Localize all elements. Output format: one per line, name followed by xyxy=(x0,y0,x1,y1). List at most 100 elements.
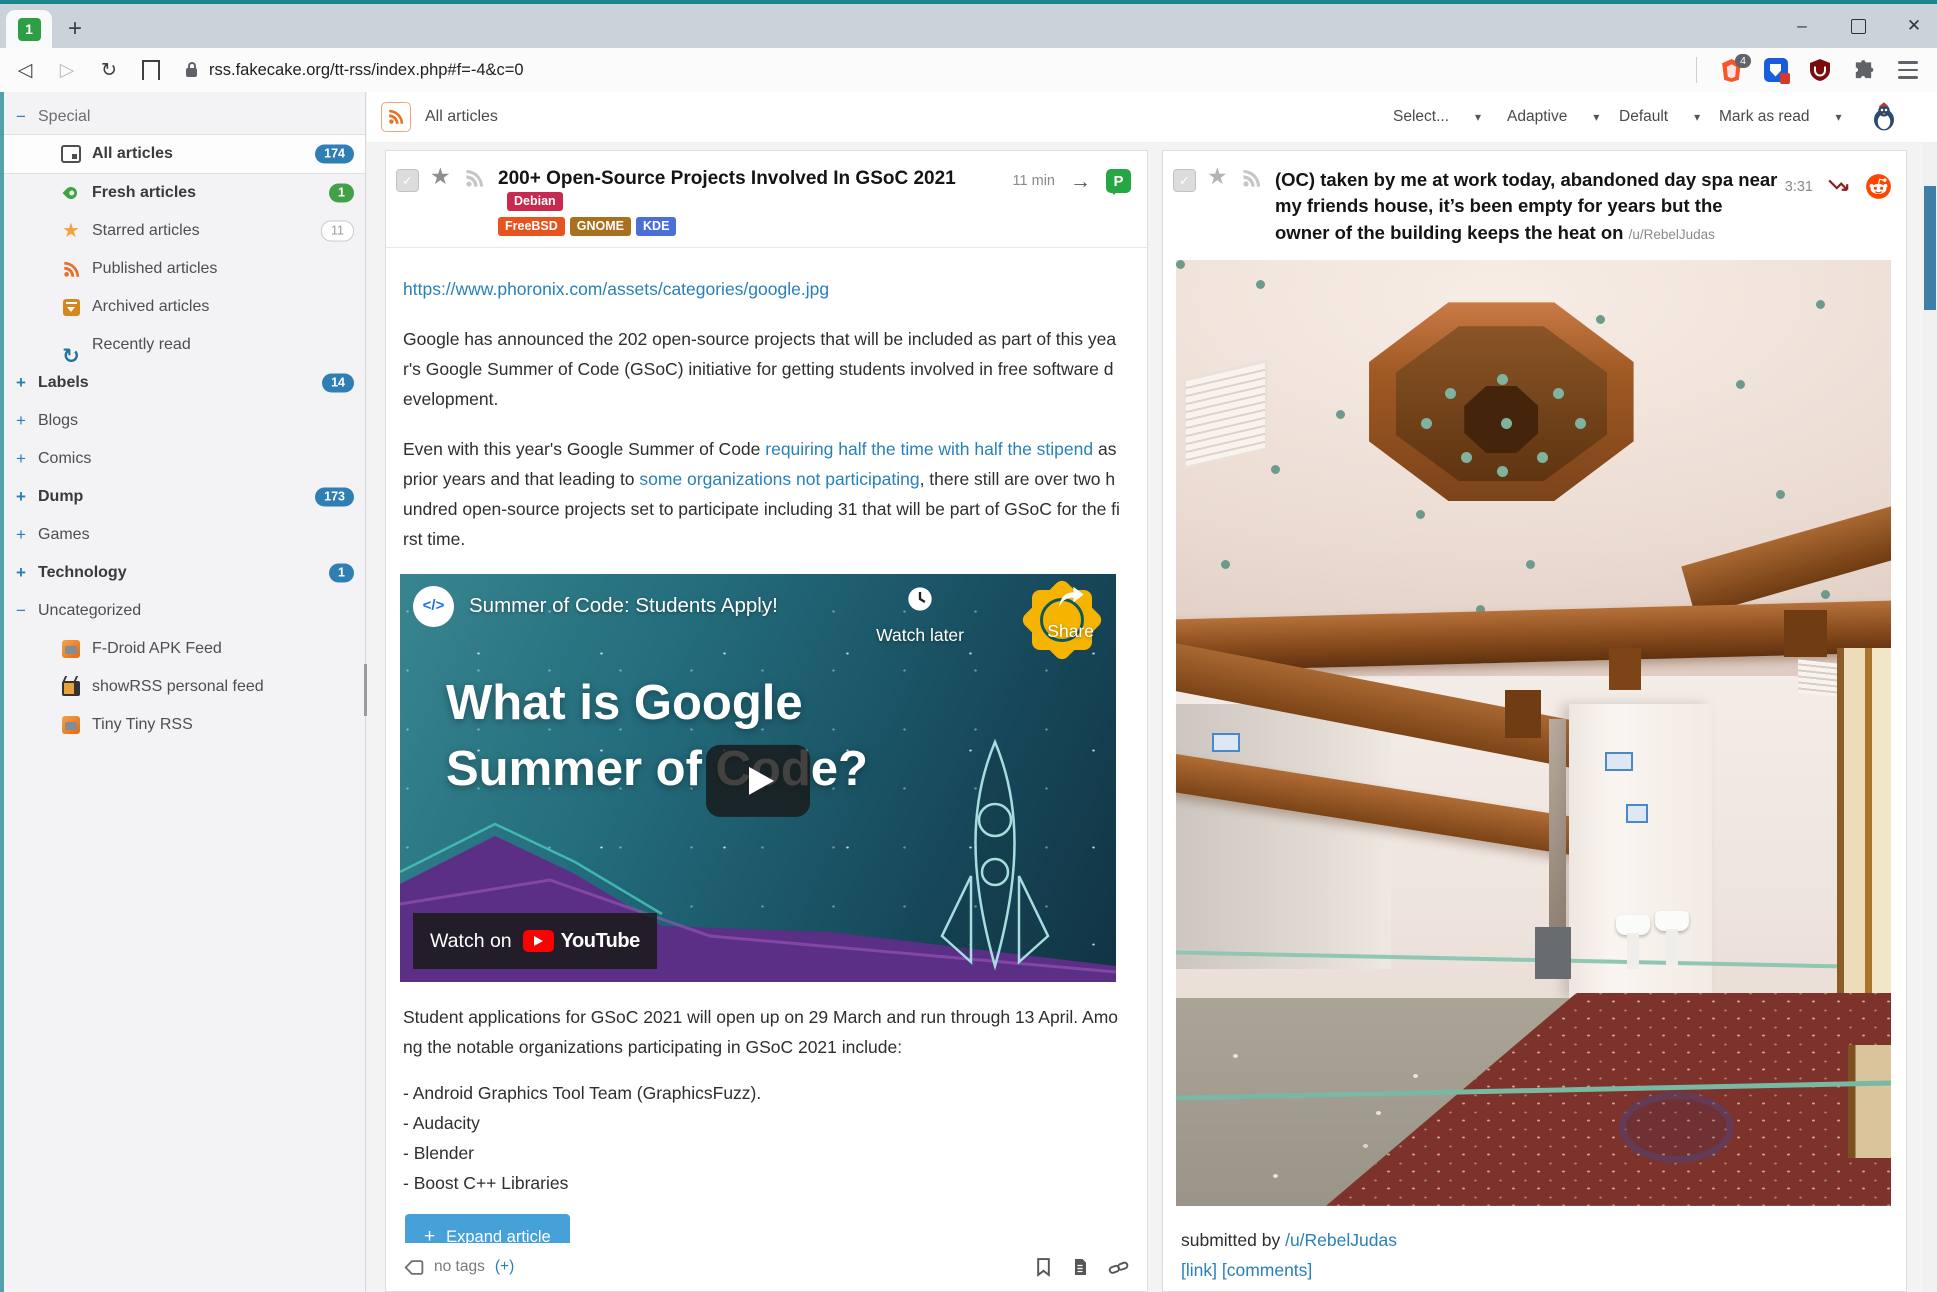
phoronix-site-icon[interactable]: P xyxy=(1106,169,1131,193)
open-original-icon[interactable] xyxy=(1827,178,1851,196)
view-mode-dropdown[interactable]: Adaptive ▾ xyxy=(1507,92,1599,142)
sidebar-category-technology[interactable]: + Technology 1 xyxy=(0,554,365,592)
expand-icon[interactable]: + xyxy=(13,525,29,545)
sidebar-item-starred-articles[interactable]: ★ Starred articles 11 xyxy=(0,212,365,250)
brave-badge: 4 xyxy=(1735,54,1751,68)
brave-shield-icon[interactable]: 4 xyxy=(1718,57,1745,84)
technology-count-badge: 1 xyxy=(329,564,354,583)
article-card-reddit: ✓ ★ (OC) taken by me at work today, aban… xyxy=(1162,150,1907,1292)
dump-count-badge: 173 xyxy=(315,488,354,507)
bookmark-button[interactable] xyxy=(134,53,168,87)
bitwarden-icon[interactable] xyxy=(1762,57,1789,84)
expand-icon[interactable]: + xyxy=(13,449,29,469)
current-feed: All articles xyxy=(381,102,498,132)
list-item: - Blender xyxy=(403,1138,1123,1168)
chevron-down-icon: ▾ xyxy=(1593,110,1599,124)
menu-icon xyxy=(1898,61,1918,78)
publish-rss-icon[interactable] xyxy=(1242,169,1261,188)
article-age: 11 min xyxy=(1013,173,1055,189)
vertical-scrollbar[interactable] xyxy=(1923,142,1937,1292)
share-button[interactable]: Share xyxy=(1047,585,1094,646)
article-checkbox[interactable]: ✓ xyxy=(396,169,419,192)
close-button[interactable]: ✕ xyxy=(1899,11,1929,41)
label-gnome[interactable]: GNOME xyxy=(570,217,631,236)
add-tag-link[interactable]: (+) xyxy=(495,1258,514,1276)
sidebar-item-all-articles[interactable]: All articles 174 xyxy=(0,134,365,174)
reddit-site-icon[interactable] xyxy=(1865,173,1892,200)
share-arrow-icon xyxy=(1056,585,1086,609)
browser-tab[interactable]: 1 xyxy=(6,10,52,48)
article-checkbox[interactable]: ✓ xyxy=(1173,169,1196,192)
expand-icon[interactable]: + xyxy=(13,563,29,583)
sidebar-section-special[interactable]: − Special xyxy=(0,100,365,134)
star-toggle-icon[interactable]: ★ xyxy=(430,165,451,188)
expand-icon[interactable]: + xyxy=(13,373,29,393)
no-tags-label: no tags xyxy=(434,1258,485,1276)
sidebar-item-fresh-articles[interactable]: Fresh articles 1 xyxy=(0,174,365,212)
sidebar-item-published-articles[interactable]: Published articles xyxy=(0,250,365,288)
expand-icon[interactable]: + xyxy=(13,411,29,431)
mark-as-read-dropdown[interactable]: Mark as read ▾ xyxy=(1719,92,1841,142)
sidebar-category-labels[interactable]: + Labels 14 xyxy=(0,364,365,402)
forward-button[interactable]: ▷ xyxy=(50,53,84,87)
copy-link-icon[interactable] xyxy=(1108,1258,1129,1277)
reload-button[interactable]: ↻ xyxy=(92,53,126,87)
sidebar-category-dump[interactable]: + Dump 173 xyxy=(0,478,365,516)
label-freebsd[interactable]: FreeBSD xyxy=(498,217,565,236)
url-field[interactable]: rss.fakecake.org/tt-rss/index.php#f=-4&c… xyxy=(186,61,1696,80)
article-list: ✓ ★ 200+ Open-Source Projects Involved I… xyxy=(367,142,1923,1292)
sidebar-category-blogs[interactable]: + Blogs xyxy=(0,402,365,440)
sidebar-item-archived-articles[interactable]: Archived articles xyxy=(0,288,365,326)
org-list: - Android Graphics Tool Team (GraphicsFu… xyxy=(403,1078,1123,1206)
star-toggle-icon[interactable]: ★ xyxy=(1207,165,1228,188)
bookmark-article-icon[interactable] xyxy=(1035,1257,1052,1277)
tag-icon xyxy=(404,1259,424,1276)
channel-logo[interactable]: </> xyxy=(413,586,454,627)
lock-icon xyxy=(186,68,197,77)
author-link[interactable]: /u/RebelJudas xyxy=(1285,1230,1397,1250)
expand-icon[interactable]: + xyxy=(13,487,29,507)
inline-link[interactable]: some organizations not participating xyxy=(639,469,919,489)
select-dropdown[interactable]: Select... ▾ xyxy=(1393,92,1481,142)
browser-menu-button[interactable] xyxy=(1894,57,1921,84)
extensions-puzzle-icon[interactable] xyxy=(1850,57,1877,84)
label-kde[interactable]: KDE xyxy=(636,217,676,236)
collapse-icon[interactable]: − xyxy=(13,601,29,621)
sidebar-feed-showrss[interactable]: showRSS personal feed xyxy=(0,668,365,706)
sidebar-category-games[interactable]: + Games xyxy=(0,516,365,554)
view-source-icon[interactable] xyxy=(1072,1257,1088,1277)
maximize-button[interactable] xyxy=(1843,11,1873,41)
chevron-down-icon: ▾ xyxy=(1835,110,1841,124)
profile-avatar[interactable] xyxy=(1869,101,1899,131)
link-comments-links[interactable]: [link] [comments] xyxy=(1181,1260,1312,1280)
new-tab-button[interactable]: + xyxy=(60,14,90,44)
article-author: /u/RebelJudas xyxy=(1629,227,1715,242)
open-original-arrow-icon[interactable]: → xyxy=(1070,171,1091,192)
article-title[interactable]: 200+ Open-Source Projects Involved In GS… xyxy=(498,168,956,189)
sidebar-category-uncategorized[interactable]: − Uncategorized xyxy=(0,592,365,630)
watch-later-button[interactable]: Watch later xyxy=(876,585,964,650)
sidebar-category-comics[interactable]: + Comics xyxy=(0,440,365,478)
showrss-feed-icon xyxy=(60,676,82,698)
article-age: 3:31 xyxy=(1785,179,1813,195)
minimize-button[interactable]: – xyxy=(1787,11,1817,41)
play-button[interactable] xyxy=(706,745,810,817)
watch-on-youtube-button[interactable]: Watch on YouTube xyxy=(413,913,657,969)
inline-link[interactable]: requiring half the time with half the st… xyxy=(765,439,1093,459)
sidebar-feed-fdroid[interactable]: F-Droid APK Feed xyxy=(0,630,365,668)
ublock-icon[interactable] xyxy=(1806,57,1833,84)
youtube-embed[interactable]: </> Summer of Code: Students Apply! Watc… xyxy=(400,574,1116,982)
back-button[interactable]: ◁ xyxy=(8,53,42,87)
image-url-link[interactable]: https://www.phoronix.com/assets/categori… xyxy=(403,274,1123,304)
youtube-logo-icon xyxy=(523,930,554,952)
publish-rss-icon[interactable] xyxy=(465,169,484,188)
label-debian[interactable]: Debian xyxy=(507,192,563,211)
sidebar-splitter-handle[interactable] xyxy=(364,664,367,716)
sidebar-feed-ttrss[interactable]: Tiny Tiny RSS xyxy=(0,706,365,744)
video-title[interactable]: Summer of Code: Students Apply! xyxy=(469,591,778,621)
scrollbar-thumb[interactable] xyxy=(1924,186,1936,310)
sidebar-item-recently-read[interactable]: ↺ Recently read xyxy=(0,326,365,364)
article-card-gsoc: ✓ ★ 200+ Open-Source Projects Involved I… xyxy=(385,150,1148,1292)
order-dropdown[interactable]: Default ▾ xyxy=(1619,92,1700,142)
collapse-icon[interactable]: − xyxy=(13,107,29,127)
